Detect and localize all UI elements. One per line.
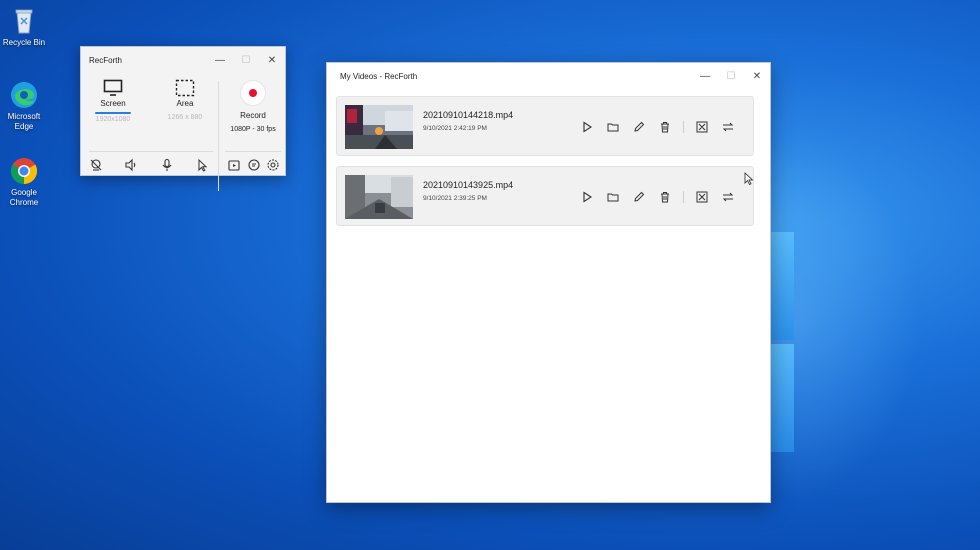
- speaker-icon[interactable]: [124, 158, 138, 172]
- play-button[interactable]: [574, 117, 600, 137]
- play-button[interactable]: [574, 187, 600, 207]
- edge-icon: [9, 80, 39, 110]
- play-icon: [583, 191, 593, 203]
- settings-icon[interactable]: [266, 158, 280, 172]
- delete-button[interactable]: [652, 117, 678, 137]
- record-label: Record: [240, 111, 266, 120]
- recforth-titlebar[interactable]: RecForth — ☐ ✕: [81, 47, 285, 73]
- delete-icon: [661, 192, 669, 203]
- minimize-button[interactable]: —: [692, 63, 718, 89]
- convert-icon: [722, 122, 734, 132]
- delete-icon: [661, 122, 669, 133]
- close-button[interactable]: ✕: [259, 47, 285, 73]
- area-mode-label: Area: [176, 99, 194, 108]
- edit-button[interactable]: [626, 187, 652, 207]
- screen-mode-label: Screen: [100, 99, 126, 108]
- area-select-icon: [175, 79, 195, 97]
- webcam-off-icon[interactable]: [89, 158, 103, 172]
- close-button[interactable]: ✕: [744, 63, 770, 89]
- videos-icon[interactable]: [227, 158, 241, 172]
- record-icon: [241, 81, 265, 105]
- compress-button[interactable]: [689, 117, 715, 137]
- desktop-icon-label: Microsoft Edge: [7, 112, 41, 131]
- minimize-button[interactable]: —: [207, 47, 233, 73]
- window-title: My Videos - RecForth: [340, 71, 418, 81]
- divider: [683, 121, 684, 133]
- video-item[interactable]: 20210910144218.mp4 9/10/2021 2:42:19 PM: [336, 96, 754, 156]
- screen-resolution: 1920x1080: [95, 116, 131, 123]
- desktop-icon-microsoft-edge[interactable]: Microsoft Edge: [0, 80, 48, 132]
- video-thumbnail[interactable]: [345, 175, 413, 219]
- recycle-bin-icon: [9, 6, 39, 36]
- my-videos-window: My Videos - RecForth — ☐ ✕ 2021091014421…: [326, 62, 771, 503]
- video-thumbnail[interactable]: [345, 105, 413, 149]
- area-mode-button[interactable]: Area 1266 x 880: [155, 79, 215, 121]
- feedback-icon[interactable]: [247, 158, 261, 172]
- mouse-cursor-icon: [744, 172, 754, 186]
- video-date: 9/10/2021 2:39:25 PM: [423, 195, 487, 202]
- delete-button[interactable]: [652, 187, 678, 207]
- my-videos-titlebar[interactable]: My Videos - RecForth — ☐ ✕: [327, 63, 770, 89]
- video-filename: 20210910143925.mp4: [423, 180, 514, 190]
- monitor-icon: [103, 79, 123, 96]
- convert-icon: [722, 192, 734, 202]
- chrome-icon: [9, 156, 39, 186]
- edit-icon: [634, 121, 645, 132]
- video-item[interactable]: 20210910143925.mp4 9/10/2021 2:39:25 PM: [336, 166, 754, 226]
- maximize-button: ☐: [241, 54, 251, 66]
- desktop-icon-recycle-bin[interactable]: Recycle Bin: [0, 6, 48, 48]
- edit-button[interactable]: [626, 117, 652, 137]
- compress-button[interactable]: [689, 187, 715, 207]
- video-filename: 20210910144218.mp4: [423, 110, 514, 120]
- video-date: 9/10/2021 2:42:19 PM: [423, 125, 487, 132]
- play-icon: [583, 121, 593, 133]
- desktop-icon-label: Recycle Bin: [2, 38, 46, 47]
- compress-icon: [696, 121, 708, 133]
- open-folder-icon: [607, 193, 619, 202]
- open-folder-button[interactable]: [600, 117, 626, 137]
- compress-icon: [696, 191, 708, 203]
- edit-icon: [634, 191, 645, 202]
- microphone-icon[interactable]: [160, 158, 174, 172]
- record-button[interactable]: Record 1080P - 30 fps: [225, 81, 281, 133]
- open-folder-icon: [607, 123, 619, 132]
- windows-logo-wallpaper: [770, 232, 794, 452]
- recforth-toolbar: [81, 151, 287, 175]
- desktop-icon-google-chrome[interactable]: Google Chrome: [0, 156, 48, 208]
- window-title: RecForth: [89, 55, 122, 65]
- area-resolution: 1266 x 880: [167, 114, 203, 121]
- record-quality: 1080P - 30 fps: [230, 126, 276, 133]
- maximize-button: ☐: [726, 70, 736, 82]
- convert-button[interactable]: [715, 117, 741, 137]
- divider: [683, 191, 684, 203]
- recforth-window: RecForth — ☐ ✕ Screen 1920x1080 Area 126…: [80, 46, 287, 191]
- desktop-icon-label: Google Chrome: [9, 188, 39, 207]
- selected-indicator: [95, 112, 131, 114]
- convert-button[interactable]: [715, 187, 741, 207]
- screen-mode-button[interactable]: Screen 1920x1080: [83, 79, 143, 123]
- cursor-icon[interactable]: [195, 158, 209, 172]
- open-folder-button[interactable]: [600, 187, 626, 207]
